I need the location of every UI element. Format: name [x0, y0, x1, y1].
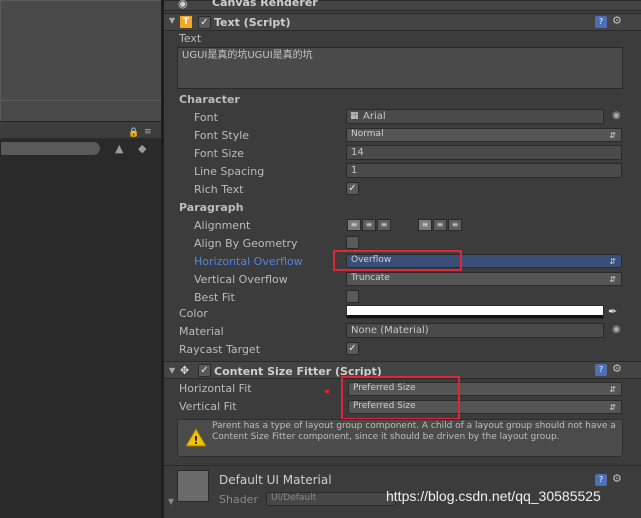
dropdown-arrow-icon: ⇵	[609, 275, 616, 284]
foldout-arrow-icon[interactable]: ▼	[168, 497, 174, 506]
shader-dropdown[interactable]: UI/Default	[266, 492, 396, 506]
font-field[interactable]: Arial	[346, 109, 604, 124]
dropdown-arrow-icon: ⇵	[609, 131, 616, 140]
red-dot-mark	[325, 390, 329, 393]
eye-icon: ◉	[178, 0, 188, 10]
vertical-fit-label: Vertical Fit	[179, 400, 237, 413]
help-book-icon[interactable]: ?	[595, 474, 607, 486]
rich-text-label: Rich Text	[194, 183, 244, 196]
font-size-label: Font Size	[194, 147, 245, 160]
dropdown-arrow-icon: ⇵	[609, 257, 616, 266]
font-asset-icon: ▦	[350, 111, 359, 121]
object-picker-icon[interactable]: ◉	[612, 110, 621, 121]
content-size-fitter-icon: ✥	[180, 364, 190, 377]
align-center-icon[interactable]: ≡	[362, 219, 376, 231]
gear-icon[interactable]: ⚙	[612, 14, 622, 27]
section-divider	[164, 465, 641, 466]
shader-label: Shader	[219, 493, 258, 506]
font-label: Font	[194, 111, 218, 124]
text-label: Text	[179, 32, 202, 45]
font-style-label: Font Style	[194, 129, 250, 142]
svg-text:!: !	[193, 434, 198, 447]
text-component-title: Text (Script)	[214, 16, 291, 29]
raycast-target-checkbox[interactable]: ✓	[346, 342, 359, 355]
align-by-geometry-label: Align By Geometry	[194, 237, 298, 250]
align-by-geometry-checkbox[interactable]	[346, 236, 359, 249]
alignment-label: Alignment	[194, 219, 251, 232]
foldout-arrow-icon[interactable]: ▼	[169, 366, 175, 375]
paragraph-section-label: Paragraph	[179, 201, 244, 214]
align-middle-icon[interactable]: ≡	[433, 219, 447, 231]
align-left-icon[interactable]: ≡	[347, 219, 361, 231]
canvas-renderer-title: Canvas Renderer	[212, 0, 318, 9]
best-fit-label: Best Fit	[194, 291, 235, 304]
material-preview-thumbnail[interactable]	[177, 470, 209, 502]
vertical-overflow-value: Truncate	[351, 273, 390, 283]
dropdown-arrow-icon: ⇵	[609, 403, 616, 412]
scene-view-grid[interactable]	[0, 0, 161, 121]
highlight-box-overflow	[333, 250, 462, 271]
help-book-icon[interactable]: ?	[595, 16, 607, 28]
character-section-label: Character	[179, 93, 240, 106]
color-label: Color	[179, 307, 208, 320]
gear-icon[interactable]: ⚙	[612, 362, 622, 375]
align-top-icon[interactable]: ≡	[418, 219, 432, 231]
font-style-value: Normal	[351, 129, 384, 139]
hierarchy-search-input[interactable]	[0, 141, 101, 156]
watermark-text: https://blog.csdn.net/qq_30585525	[386, 488, 601, 504]
vertical-overflow-dropdown[interactable]: Truncate ⇵	[346, 272, 622, 286]
text-area-input[interactable]: UGUI是真的坑UGUI是真的坑	[177, 47, 623, 89]
material-field[interactable]: None (Material)	[346, 323, 604, 338]
horizontal-overflow-label: Horizontal Overflow	[194, 255, 303, 268]
help-book-icon[interactable]: ?	[595, 364, 607, 376]
line-spacing-label: Line Spacing	[194, 165, 265, 178]
font-size-input[interactable]: 14	[346, 145, 622, 160]
font-style-dropdown[interactable]: Normal ⇵	[346, 128, 622, 142]
raycast-target-label: Raycast Target	[179, 343, 261, 356]
align-bottom-icon[interactable]: ≡	[448, 219, 462, 231]
gear-icon[interactable]: ⚙	[612, 472, 622, 485]
warning-text: Parent has a type of layout group compon…	[212, 421, 616, 442]
material-title: Default UI Material	[219, 473, 332, 487]
text-enabled-checkbox[interactable]: ✓	[198, 16, 211, 29]
foldout-arrow-icon[interactable]: ▼	[169, 16, 175, 25]
font-value: Arial	[363, 111, 386, 122]
eyedropper-icon[interactable]: ✒	[608, 305, 617, 318]
color-swatch[interactable]	[346, 305, 604, 319]
panel-menu-icon[interactable]: ≡	[144, 127, 152, 137]
label-tag-icon[interactable]: ◆	[138, 142, 146, 155]
filter-by-type-icon[interactable]: ▲	[115, 142, 123, 155]
lock-icon[interactable]: 🔒	[128, 128, 139, 138]
object-picker-icon[interactable]: ◉	[612, 324, 621, 335]
shader-value: UI/Default	[271, 493, 317, 503]
material-label: Material	[179, 325, 224, 338]
highlight-box-fit	[341, 376, 460, 420]
dropdown-arrow-icon: ⇵	[609, 385, 616, 394]
line-spacing-input[interactable]: 1	[346, 163, 622, 178]
align-right-icon[interactable]: ≡	[377, 219, 391, 231]
fitter-enabled-checkbox[interactable]: ✓	[198, 364, 211, 377]
text-component-icon: T	[180, 16, 192, 28]
horizontal-fit-label: Horizontal Fit	[179, 382, 252, 395]
rich-text-checkbox[interactable]: ✓	[346, 182, 359, 195]
vertical-overflow-label: Vertical Overflow	[194, 273, 288, 286]
warning-icon: !	[185, 428, 207, 447]
best-fit-checkbox[interactable]	[346, 290, 359, 303]
